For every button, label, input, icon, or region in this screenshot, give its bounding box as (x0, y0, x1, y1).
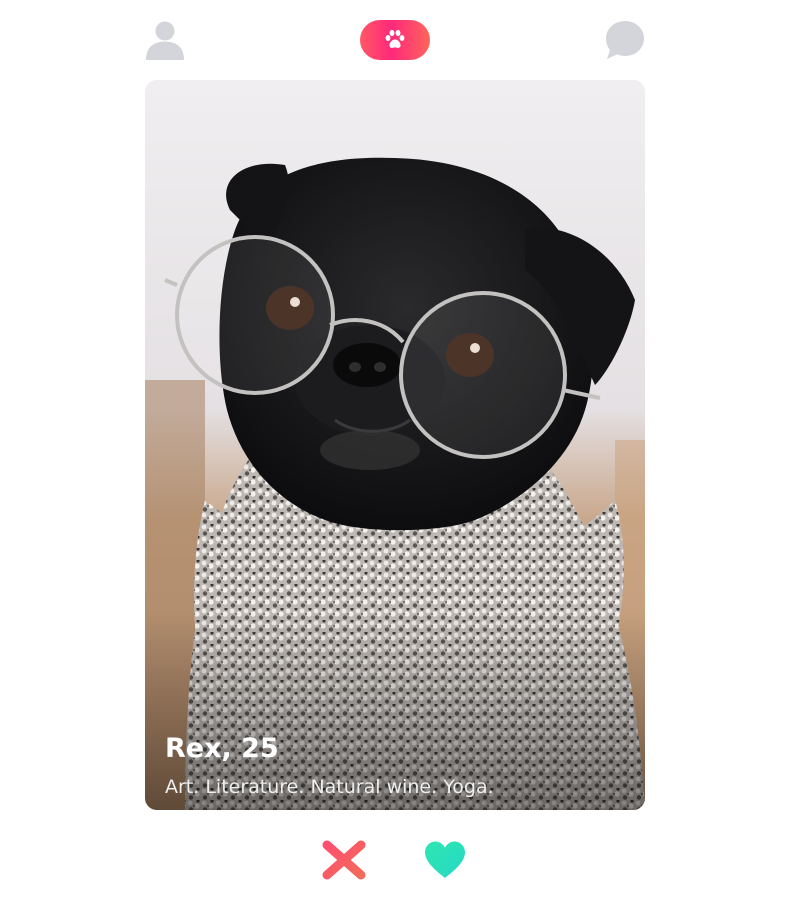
messages-button[interactable] (605, 20, 645, 60)
nope-button[interactable] (322, 840, 366, 880)
like-button[interactable] (423, 840, 467, 880)
profile-button[interactable] (145, 20, 185, 60)
top-navigation (145, 20, 645, 60)
profile-name-age: Rex, 25 (165, 733, 279, 764)
profile-card[interactable]: Rex, 25 Art. Literature. Natural wine. Y… (145, 80, 645, 810)
paw-icon (385, 29, 405, 48)
user-icon (146, 21, 184, 60)
heart-icon (425, 841, 465, 878)
profile-bio: Art. Literature. Natural wine. Yoga. (165, 776, 494, 798)
paw-logo-button[interactable] (360, 20, 430, 60)
chat-bubble-icon (606, 21, 644, 59)
close-icon (322, 840, 366, 880)
